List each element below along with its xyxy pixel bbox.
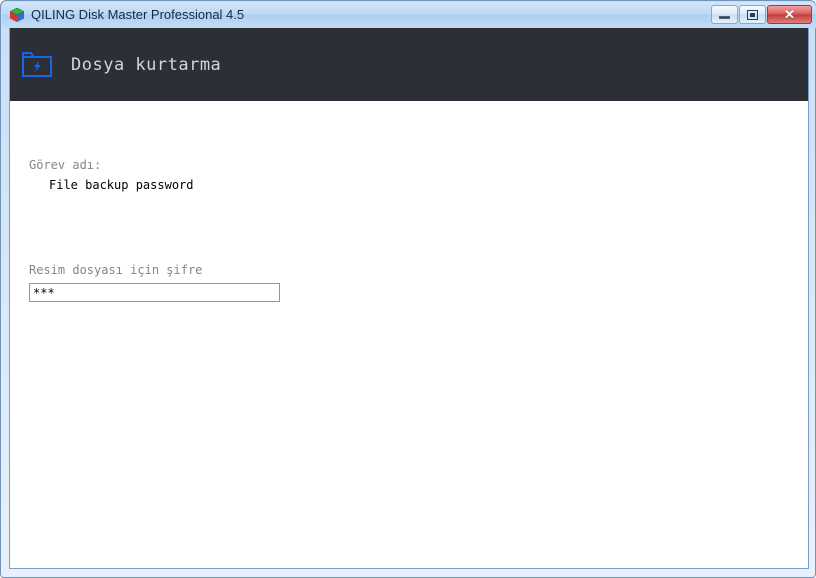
minimize-icon — [719, 16, 730, 19]
window-controls: ✕ — [711, 5, 812, 24]
application-window: QILING Disk Master Professional 4.5 ✕ Do… — [0, 0, 816, 578]
maximize-button[interactable] — [739, 5, 766, 24]
task-name-label: Görev adı: — [29, 158, 102, 172]
form-content: Görev adı: File backup password Resim do… — [10, 101, 808, 568]
close-button[interactable]: ✕ — [767, 5, 812, 24]
page-title: Dosya kurtarma — [71, 54, 222, 75]
cube-icon — [9, 7, 25, 23]
minimize-button[interactable] — [711, 5, 738, 24]
password-label: Resim dosyası için şifre — [29, 263, 203, 277]
folder-recovery-icon — [20, 50, 54, 80]
task-name-value: File backup password — [49, 178, 194, 192]
window-title: QILING Disk Master Professional 4.5 — [31, 7, 245, 22]
maximize-icon — [747, 9, 758, 20]
password-input[interactable] — [29, 283, 280, 302]
client-area: Dosya kurtarma Görev adı: File backup pa… — [9, 28, 809, 569]
title-bar[interactable]: QILING Disk Master Professional 4.5 ✕ — [2, 2, 816, 28]
page-header: Dosya kurtarma — [10, 28, 808, 101]
close-icon: ✕ — [784, 7, 795, 22]
